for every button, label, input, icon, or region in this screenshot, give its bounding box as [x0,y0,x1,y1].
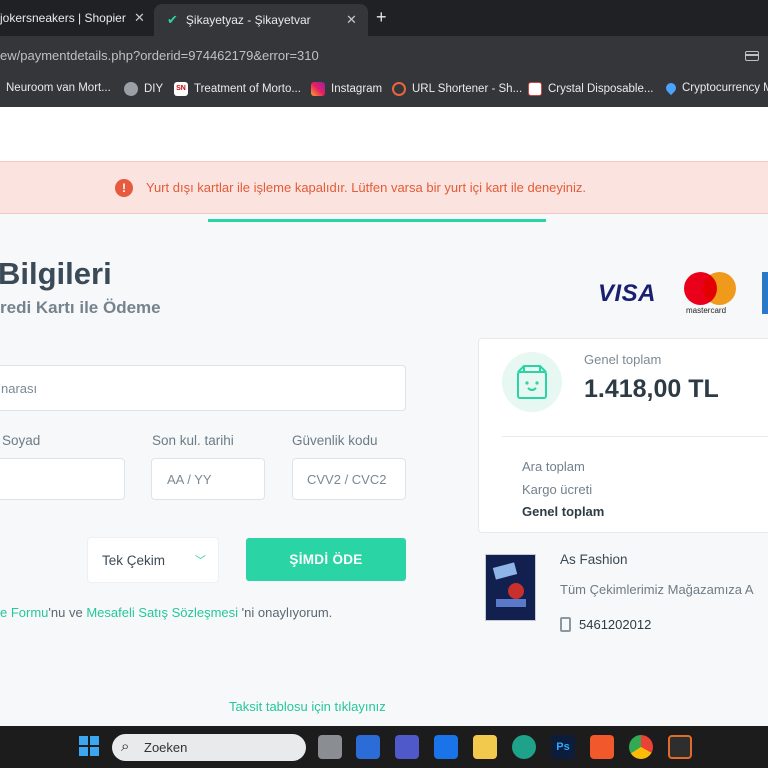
globe-icon [124,82,138,96]
bookmark-label: Instagram [331,83,383,95]
card-number-input[interactable]: narası [0,365,406,411]
close-icon[interactable]: ✕ [346,12,357,28]
expiry-placeholder: AA / YY [167,472,212,487]
task-view-icon[interactable] [318,735,342,759]
photoshop-icon[interactable]: Ps [551,735,575,759]
grand-total-label: Genel toplam [522,504,605,519]
store-name: As Fashion [560,552,628,567]
expiry-input[interactable]: AA / YY [151,458,265,500]
url-field[interactable]: ew/paymentdetails.php?orderid=974462179&… [0,48,319,63]
bookmark-cryptocurrency[interactable]: Cryptocurrency M [663,80,768,96]
tab-sikayetvar[interactable]: ✔ Şikayetyaz - Şikayetvar ✕ [154,4,368,36]
consent-mid: 'nu ve [48,605,87,620]
bookmark-crystal[interactable]: Crystal Disposable... [528,82,653,96]
search-icon: ⌕ [121,738,130,755]
browser-tab-bar: jokersneakers | Shopier ✕ ✔ Şikayetyaz -… [0,0,768,36]
payment-card-icon[interactable] [745,51,759,61]
phone-icon [560,617,571,632]
bookmark-instagram[interactable]: Instagram [311,82,382,96]
bookmark-label: Crystal Disposable... [548,83,654,95]
distance-sales-link[interactable]: Mesafeli Satış Sözleşmesi [86,605,238,620]
bookmarks-bar: Neuroom van Mort... DIY SN Treatment of … [0,72,768,107]
tab-shopier[interactable]: jokersneakers | Shopier ✕ [0,0,154,36]
chrome-icon[interactable] [629,735,653,759]
consent-end: 'ni onaylıyorum. [238,605,333,620]
page-header [0,107,768,161]
chevron-down-icon: ﹀ [195,555,206,567]
installment-select[interactable]: Tek Çekim ﹀ [87,537,219,583]
bookmark-label: Cryptocurrency M [682,82,768,94]
windows-start-icon[interactable] [78,735,102,759]
expiry-label: Son kul. tarihi [152,433,234,448]
alert-icon: ! [115,179,133,197]
taskbar-search[interactable]: ⌕ Zoeken [112,734,306,761]
card-number-placeholder: narası [1,381,38,396]
phone-number: 5461202012 [579,617,652,632]
teams-icon[interactable] [395,735,419,759]
windows-taskbar: ⌕ Zoeken Ps [0,726,768,768]
tab-title: Şikayetyaz - Şikayetvar [185,13,311,27]
active-tab-indicator [208,219,546,222]
crystal-icon [528,82,542,96]
new-tab-button[interactable]: + [376,7,387,28]
bookmark-label: DIY [144,83,164,95]
name-label: Soyad [2,433,41,448]
info-form-link[interactable]: e Formu [0,605,48,620]
brave-icon[interactable] [590,735,614,759]
error-alert: ! Yurt dışı kartlar ile işleme kapalıdır… [0,161,768,214]
bookmark-treatment[interactable]: SN Treatment of Morto... [174,82,301,96]
total-label: Genel toplam [584,352,662,367]
search-placeholder: Zoeken [144,740,188,755]
bookmark-url-shortener[interactable]: URL Shortener - Sh... [392,82,522,96]
file-explorer-icon[interactable] [473,735,497,759]
store-icon[interactable] [356,735,380,759]
total-value: 1.418,00 TL [584,375,719,403]
bookmark-diy[interactable]: DIY [124,82,163,96]
bookmark-label: Neuroom van Mort... [6,82,111,94]
installment-table-link[interactable]: Taksit tablosu için tıklayınız [229,699,386,714]
mastercard-logo: mastercard [684,272,738,316]
summary-divider [502,436,768,437]
close-icon[interactable]: ✕ [134,10,145,26]
alert-message: Yurt dışı kartlar ile işleme kapalıdır. … [146,180,587,195]
cvv-label: Güvenlik kodu [292,433,378,448]
mastercard-label: mastercard [686,306,727,315]
video-app-icon[interactable] [668,735,692,759]
cardholder-name-input[interactable] [0,458,125,500]
drop-icon [663,80,679,96]
link-icon [392,82,406,96]
visa-logo: VISA [598,280,657,307]
mail-icon[interactable] [434,735,458,759]
page-title: Bilgileri [0,256,112,291]
store-phone: 5461202012 [560,617,651,632]
tab-title: jokersneakers | Shopier [0,11,126,25]
subtotal-label: Ara toplam [522,459,585,474]
amex-logo [762,272,768,314]
consent-text: e Formu'nu ve Mesafeli Satış Sözleşmesi … [0,605,332,620]
product-thumbnail [485,554,536,621]
shipping-label: Kargo ücreti [522,482,593,497]
cvv-input[interactable]: CVV2 / CVC2 [292,458,406,500]
address-bar: ew/paymentdetails.php?orderid=974462179&… [0,36,768,72]
sn-icon: SN [174,82,188,96]
edge-icon[interactable] [512,735,536,759]
bookmark-neuroom[interactable]: Neuroom van Mort... [6,82,111,94]
cvv-placeholder: CVV2 / CVC2 [307,472,387,487]
shopping-bag-icon [502,352,562,412]
bookmark-label: URL Shortener - Sh... [412,83,523,95]
checkmark-icon: ✔ [167,12,178,27]
page-subtitle: redi Kartı ile Ödeme [0,298,161,317]
installment-value: Tek Çekim [102,553,166,568]
instagram-icon [311,82,325,96]
bookmark-label: Treatment of Morto... [194,83,301,95]
pay-now-button[interactable]: ŞİMDİ ÖDE [246,538,406,581]
store-subtitle: Tüm Çekimlerimiz Mağazamıza A [560,582,754,597]
